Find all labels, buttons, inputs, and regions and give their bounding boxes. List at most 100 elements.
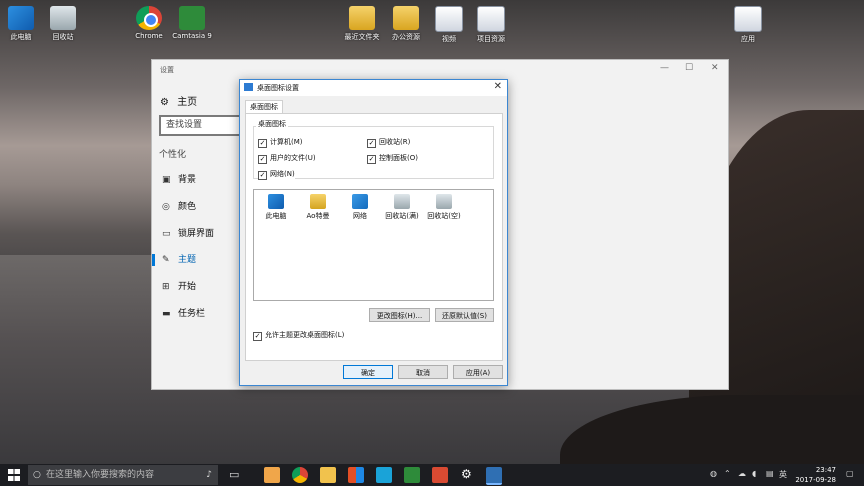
computer-icon	[268, 194, 284, 209]
close-icon[interactable]: ✕	[711, 63, 719, 73]
store-icon[interactable]	[348, 467, 364, 483]
checkbox-allow-themes[interactable]: ✓ 允许主题更改桌面图标(L)	[253, 330, 344, 341]
cancel-button[interactable]: 取消	[398, 365, 448, 379]
checkbox-box: ✓	[367, 139, 376, 148]
list-item-recycle-empty[interactable]: 回收站(空)	[424, 194, 464, 221]
volume-icon[interactable]: ◖	[752, 469, 756, 478]
windows-start-icon[interactable]	[8, 469, 20, 481]
gear-icon: ⚙	[160, 97, 169, 108]
list-item-user-files[interactable]: Ao特曼	[298, 194, 338, 221]
checkbox-recycle-bin[interactable]: ✓ 回收站(R)	[367, 137, 410, 148]
document-icon	[477, 6, 505, 32]
clock-time: 23:47	[815, 466, 836, 474]
settings-section-title: 个性化	[159, 150, 187, 160]
nav-item-lockscreen[interactable]: ▭ 锁屏界面	[152, 224, 240, 244]
start-grid-icon: ⊞	[162, 282, 170, 292]
checkbox-control-panel[interactable]: ✓ 控制面板(O)	[367, 153, 418, 164]
desktop-icon-label: 回收站	[52, 33, 74, 41]
checkbox-computer[interactable]: ✓ 计算机(M)	[258, 137, 303, 148]
nav-item-themes[interactable]: ✎ 主题	[152, 250, 240, 270]
maximize-icon[interactable]: ☐	[685, 63, 693, 73]
cortana-icon: ○	[33, 470, 41, 480]
input-method-indicator[interactable]: 英	[779, 469, 787, 480]
checkbox-box: ✓	[253, 332, 262, 341]
recycle-bin-icon	[50, 6, 76, 30]
nav-item-start[interactable]: ⊞ 开始	[152, 277, 240, 297]
checkbox-user-files[interactable]: ✓ 用户的文件(U)	[258, 153, 316, 164]
nav-label: 开始	[178, 282, 197, 292]
computer-icon	[8, 6, 34, 30]
nav-item-colors[interactable]: ◎ 颜色	[152, 197, 240, 217]
desktop-icon-list[interactable]: 此电脑 Ao特曼 网络 回收站(满) 回收站(空)	[253, 189, 494, 301]
network-status-icon[interactable]: ▤	[766, 469, 774, 478]
brush-icon: ✎	[162, 255, 170, 265]
checkbox-label: 允许主题更改桌面图标(L)	[265, 331, 345, 339]
chrome-icon[interactable]	[292, 467, 308, 483]
folder-icon	[349, 6, 375, 30]
palette-icon: ◎	[162, 202, 170, 212]
nav-label: 锁屏界面	[178, 229, 215, 239]
task-view-icon[interactable]: ▭	[229, 468, 239, 481]
system-clock[interactable]: 23:47 2017-09-28	[795, 465, 836, 485]
settings-home[interactable]: ⚙ 主页	[160, 93, 197, 108]
camtasia-recorder-icon[interactable]	[432, 467, 448, 483]
document-icon	[734, 6, 762, 32]
nav-item-taskbar[interactable]: ▬ 任务栏	[152, 304, 240, 324]
checkbox-label: 用户的文件(U)	[270, 154, 316, 162]
desktop-icon-doc-3[interactable]: 应用	[720, 6, 776, 44]
nav-label: 主题	[178, 255, 197, 265]
file-explorer-icon[interactable]	[320, 467, 336, 483]
camtasia-icon	[179, 6, 205, 30]
desktop-icon-label: 视频	[442, 35, 456, 43]
desktop-icon-doc-2[interactable]: 项目资源	[463, 6, 519, 44]
network-icon	[352, 194, 368, 209]
change-icon-button[interactable]: 更改图标(H)...	[369, 308, 430, 322]
nav-item-background[interactable]: ▣ 背景	[152, 170, 240, 190]
qq-icon[interactable]	[376, 467, 392, 483]
close-icon[interactable]: ✕	[494, 81, 502, 92]
taskbar-app-icon[interactable]	[264, 467, 280, 483]
checkbox-label: 控制面板(O)	[379, 154, 418, 162]
notification-icon[interactable]: ▢	[846, 469, 854, 478]
desktop-icon-recycle-bin[interactable]: 回收站	[35, 6, 91, 42]
list-item-network[interactable]: 网络	[340, 194, 380, 221]
recycle-bin-full-icon	[394, 194, 410, 209]
desktop-icon-label: Camtasia 9	[172, 32, 212, 40]
dialog-titlebar[interactable]: 桌面图标设置 ✕	[240, 80, 507, 96]
chevron-up-icon[interactable]: ⌃	[724, 469, 731, 478]
tray-app-icon[interactable]: ◍	[710, 469, 717, 478]
checkbox-label: 回收站(R)	[379, 138, 411, 146]
tab-desktop-icons[interactable]: 桌面图标	[245, 100, 283, 114]
onedrive-icon[interactable]: ☁	[738, 469, 746, 478]
list-item-label: 此电脑	[265, 212, 287, 220]
microphone-icon[interactable]: ♪	[206, 465, 212, 485]
camtasia-icon[interactable]	[404, 467, 420, 483]
list-item-label: 回收站(满)	[385, 212, 419, 220]
checkbox-box: ✓	[258, 171, 267, 180]
settings-title: 设置	[160, 66, 174, 74]
settings-search-input[interactable]: 查找设置	[159, 115, 245, 136]
minimize-icon[interactable]: —	[660, 63, 669, 73]
desktop-icon-label: 办公资源	[392, 33, 420, 41]
taskbar-search-box[interactable]: ○ 在这里输入你要搜索的内容 ♪	[28, 465, 218, 485]
nav-label: 颜色	[178, 202, 197, 212]
checkbox-network[interactable]: ✓ 网络(N)	[258, 169, 295, 180]
chrome-icon	[136, 6, 162, 30]
ok-button[interactable]: 确定	[343, 365, 393, 379]
desktop-icon-label: 最近文件夹	[344, 33, 380, 41]
list-item-recycle-full[interactable]: 回收站(满)	[382, 194, 422, 221]
list-item-label: 回收站(空)	[427, 212, 461, 220]
apply-button[interactable]: 应用(A)	[453, 365, 503, 379]
settings-home-label: 主页	[177, 97, 198, 108]
desktop-icon-settings-taskbar-icon[interactable]	[486, 467, 502, 485]
nav-label: 背景	[178, 175, 197, 185]
desktop-icon-camtasia[interactable]: Camtasia 9	[164, 6, 220, 40]
taskbar: ○ 在这里输入你要搜索的内容 ♪ ▭ ⚙ ◍ ⌃ ☁ ◖ ▤ 英 23:47 2…	[0, 464, 864, 486]
taskbar-search-placeholder: 在这里输入你要搜索的内容	[46, 470, 155, 480]
recycle-bin-empty-icon	[436, 194, 452, 209]
restore-default-button[interactable]: 还原默认值(S)	[435, 308, 494, 322]
settings-gear-icon[interactable]: ⚙	[461, 467, 472, 481]
list-item-this-pc[interactable]: 此电脑	[256, 194, 296, 221]
desktop-icon-label: 应用	[741, 35, 755, 43]
taskbar-icon: ▬	[162, 309, 171, 319]
